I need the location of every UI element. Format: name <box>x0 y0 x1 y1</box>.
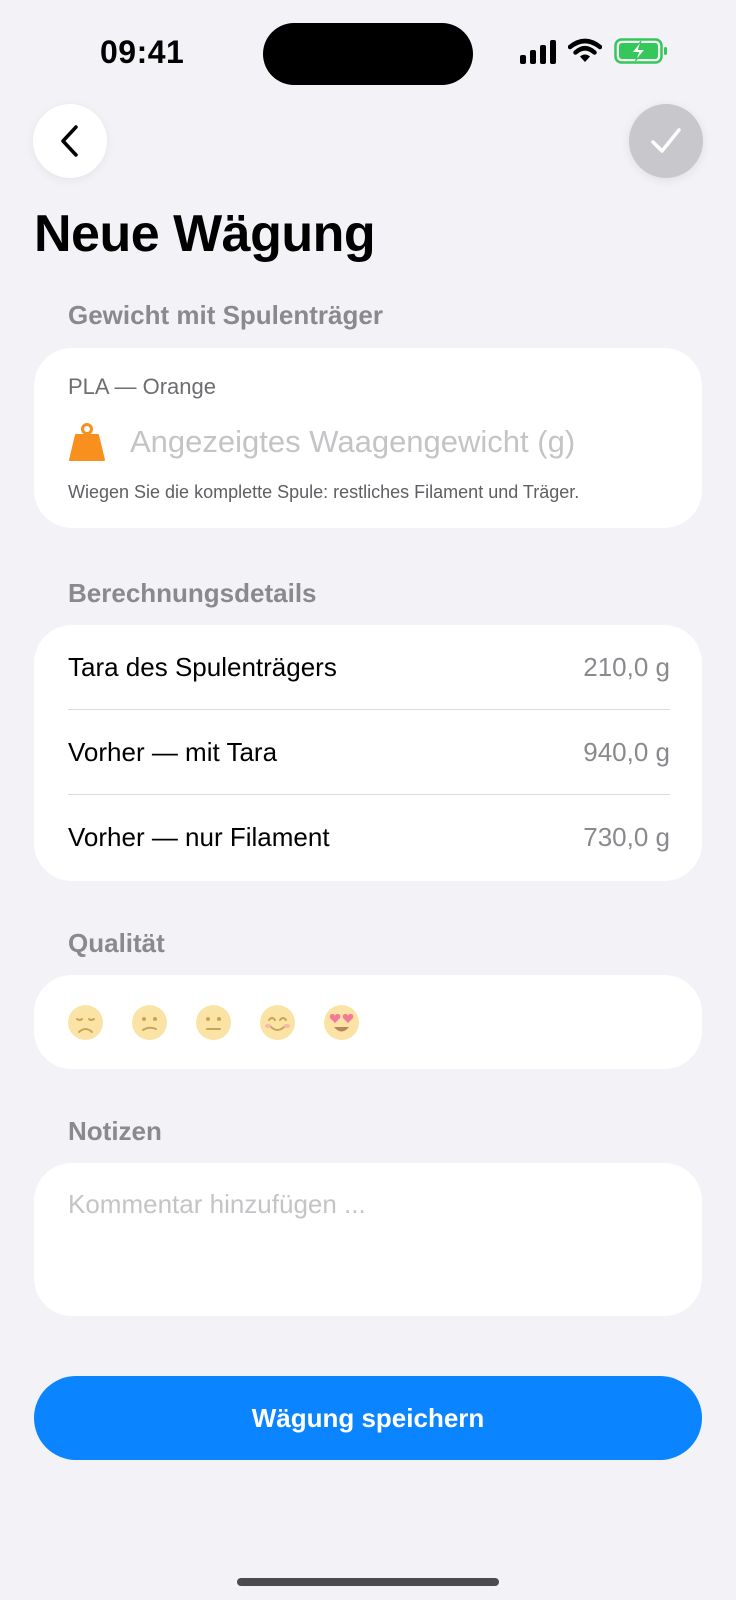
notes-section-header: Notizen <box>68 1116 162 1146</box>
back-button[interactable] <box>33 104 107 178</box>
quality-card <box>34 975 702 1069</box>
disappointed-face-icon <box>68 1004 103 1040</box>
detail-label: Vorher — mit Tara <box>68 737 278 767</box>
screen: 09:41 Neue Wägung Gewicht mit Spulenträg… <box>0 0 736 1600</box>
dynamic-island <box>263 23 473 85</box>
details-section-header: Berechnungsdetails <box>68 578 317 608</box>
quality-option-heart-eyes[interactable] <box>323 1004 360 1041</box>
quality-section-header: Qualität <box>68 928 165 958</box>
page-title: Neue Wägung <box>34 205 376 263</box>
notes-card <box>34 1163 702 1316</box>
detail-row-before-with-tare: Vorher — mit Tara 940,0 g <box>68 710 670 795</box>
status-icons <box>520 38 668 64</box>
notes-input[interactable] <box>68 1189 668 1289</box>
quality-option-confused[interactable] <box>131 1004 168 1041</box>
heart-eyes-face-icon <box>324 1004 359 1040</box>
quality-option-smiling[interactable] <box>259 1004 296 1041</box>
smiling-face-icon <box>260 1004 295 1040</box>
home-indicator <box>237 1578 499 1586</box>
weight-hint: Wiegen Sie die komplette Spule: restlich… <box>68 482 580 502</box>
quality-option-neutral[interactable] <box>195 1004 232 1041</box>
chevron-left-icon <box>61 125 78 157</box>
checkmark-icon <box>651 128 681 153</box>
material-label: PLA — Orange <box>68 374 216 399</box>
cellular-signal-icon <box>520 38 556 64</box>
weight-card: PLA — Orange Wiegen Sie die komplette Sp… <box>34 348 702 528</box>
confirm-button[interactable] <box>629 104 703 178</box>
detail-value: 730,0 g <box>583 822 670 852</box>
detail-label: Vorher — nur Filament <box>68 822 330 852</box>
neutral-face-icon <box>196 1004 231 1040</box>
weight-input[interactable] <box>130 420 670 464</box>
details-card: Tara des Spulenträgers 210,0 g Vorher — … <box>34 625 702 881</box>
weight-section-header: Gewicht mit Spulenträger <box>68 300 383 330</box>
weight-icon <box>69 423 105 461</box>
detail-row-before-filament-only: Vorher — nur Filament 730,0 g <box>68 795 670 880</box>
detail-label: Tara des Spulenträgers <box>68 652 337 682</box>
save-button[interactable]: Wägung speichern <box>34 1376 702 1460</box>
confused-face-icon <box>132 1004 167 1040</box>
battery-charging-icon <box>614 38 667 64</box>
detail-value: 940,0 g <box>583 737 670 767</box>
wifi-icon <box>568 38 602 62</box>
status-time: 09:41 <box>100 34 185 70</box>
detail-row-tare: Tara des Spulenträgers 210,0 g <box>68 625 670 710</box>
quality-option-disappointed[interactable] <box>67 1004 104 1041</box>
detail-value: 210,0 g <box>583 652 670 682</box>
